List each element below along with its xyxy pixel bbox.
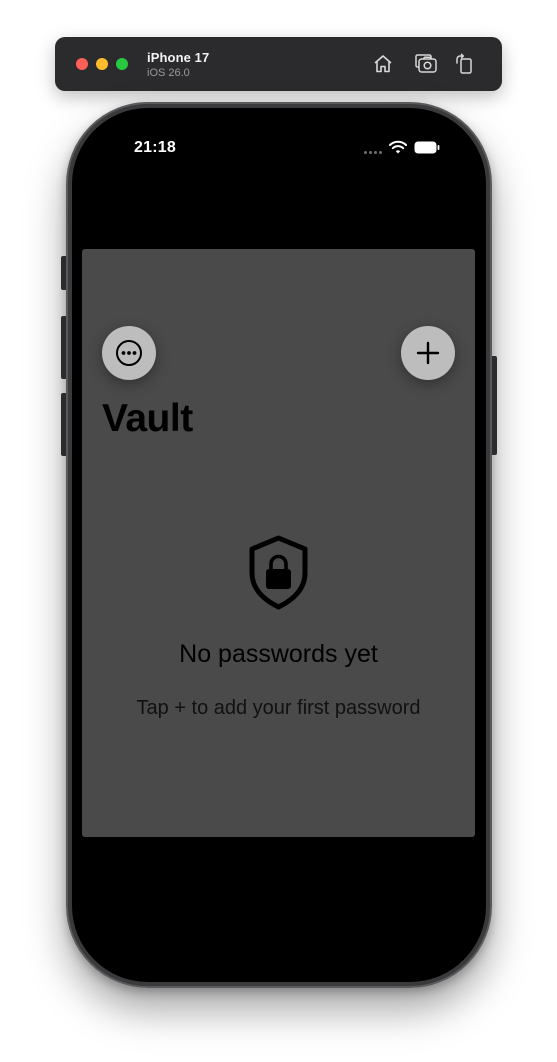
ellipsis-circle-icon bbox=[116, 340, 142, 366]
plus-icon bbox=[416, 341, 440, 365]
simulator-stage: iPhone 17 iOS 26.0 21:18 Vault No passwo… bbox=[0, 0, 557, 1062]
empty-state-subtitle: Tap + to add your first password bbox=[136, 697, 421, 719]
add-password-button[interactable] bbox=[401, 326, 455, 380]
device-name: iPhone 17 bbox=[147, 50, 210, 65]
battery-icon bbox=[414, 141, 440, 154]
wifi-icon bbox=[389, 140, 407, 154]
status-time: 21:18 bbox=[134, 139, 176, 156]
lock-shield-icon bbox=[249, 535, 308, 610]
minimize-window-button[interactable] bbox=[96, 58, 108, 70]
simulator-toolbar: iPhone 17 iOS 26.0 bbox=[55, 37, 502, 91]
close-window-button[interactable] bbox=[76, 58, 88, 70]
more-options-button[interactable] bbox=[102, 326, 156, 380]
screenshot-icon[interactable] bbox=[413, 51, 439, 77]
page-title: Vault bbox=[102, 397, 193, 440]
empty-state-title: No passwords yet bbox=[179, 640, 378, 668]
home-icon[interactable] bbox=[370, 51, 396, 77]
cellular-icon bbox=[364, 151, 384, 155]
device-os-version: iOS 26.0 bbox=[147, 67, 190, 79]
rotate-icon[interactable] bbox=[452, 51, 478, 77]
zoom-window-button[interactable] bbox=[116, 58, 128, 70]
